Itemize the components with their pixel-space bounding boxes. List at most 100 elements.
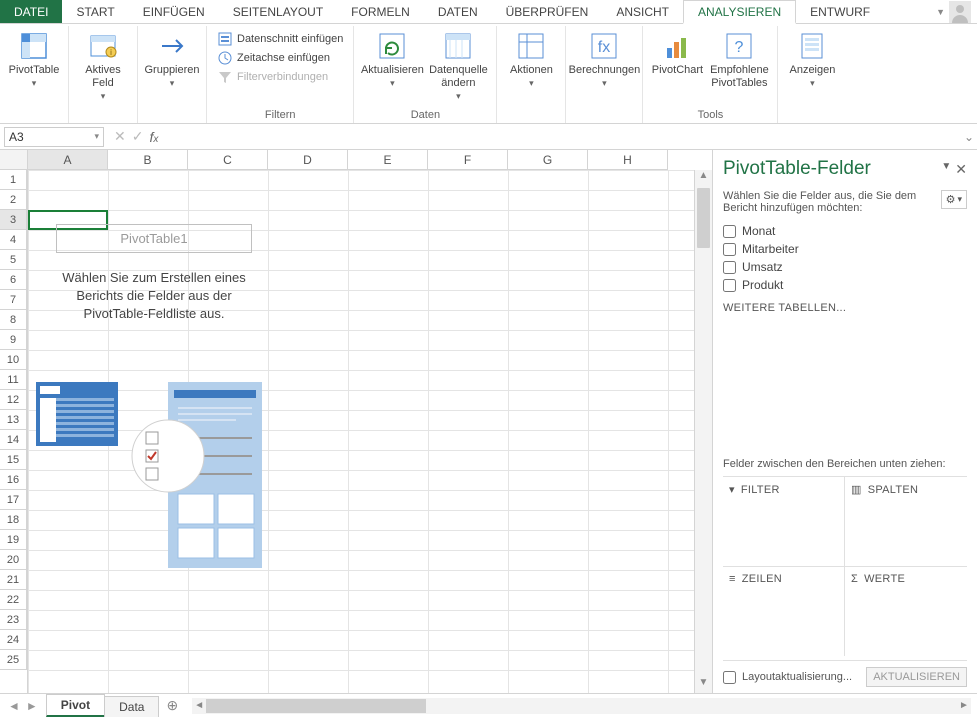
tab-file[interactable]: DATEI (0, 0, 62, 23)
actions-button[interactable]: Aktionen ▾ (503, 28, 559, 91)
row-5[interactable]: 5 (0, 250, 27, 270)
col-G[interactable]: G (508, 150, 588, 170)
group-label-filter: Filtern (265, 106, 296, 123)
field-umsatz-checkbox[interactable] (723, 261, 736, 274)
row-10[interactable]: 10 (0, 350, 27, 370)
pivottable-button[interactable]: PivotTable ▾ (6, 28, 62, 91)
tab-insert[interactable]: EINFÜGEN (129, 0, 219, 23)
tab-analyze[interactable]: ANALYSIEREN (683, 0, 796, 24)
sheet-tab-data[interactable]: Data (104, 696, 159, 717)
area-filter[interactable]: ▾FILTER (723, 477, 845, 567)
nav-next-icon[interactable]: ► (24, 699, 40, 713)
sheet-tab-pivot[interactable]: Pivot (46, 694, 105, 717)
col-E[interactable]: E (348, 150, 428, 170)
field-mitarbeiter-checkbox[interactable] (723, 243, 736, 256)
row-3[interactable]: 3 (0, 210, 27, 230)
show-button[interactable]: Anzeigen ▾ (784, 28, 840, 91)
sheet-nav[interactable]: ◄► (0, 699, 46, 713)
horizontal-scrollbar[interactable]: ◄ ► (192, 698, 971, 714)
filter-connections-icon (217, 69, 233, 85)
field-monat[interactable]: Monat (723, 224, 967, 238)
row-14[interactable]: 14 (0, 430, 27, 450)
tab-view[interactable]: ANSICHT (602, 0, 683, 23)
row-2[interactable]: 2 (0, 190, 27, 210)
row-6[interactable]: 6 (0, 270, 27, 290)
chevron-down-icon: ▼ (936, 7, 945, 17)
pivotchart-button[interactable]: PivotChart (649, 28, 705, 79)
col-H[interactable]: H (588, 150, 668, 170)
vertical-scrollbar[interactable]: ▲ ▼ (694, 170, 712, 693)
col-C[interactable]: C (188, 150, 268, 170)
nav-prev-icon[interactable]: ◄ (6, 699, 22, 713)
tab-data[interactable]: DATEN (424, 0, 492, 23)
field-monat-checkbox[interactable] (723, 225, 736, 238)
row-1[interactable]: 1 (0, 170, 27, 190)
panel-options-icon[interactable]: ▼ (941, 161, 951, 178)
row-9[interactable]: 9 (0, 330, 27, 350)
col-D[interactable]: D (268, 150, 348, 170)
row-15[interactable]: 15 (0, 450, 27, 470)
row-21[interactable]: 21 (0, 570, 27, 590)
tab-pagelayout[interactable]: SEITENLAYOUT (219, 0, 337, 23)
row-16[interactable]: 16 (0, 470, 27, 490)
scroll-up-icon[interactable]: ▲ (695, 170, 712, 186)
worksheet[interactable]: A B C D E F G H 123456789101112131415161… (0, 150, 712, 693)
area-values[interactable]: ΣWERTE (845, 567, 967, 657)
drag-hint: Felder zwischen den Bereichen unten zieh… (723, 458, 967, 470)
user-menu[interactable]: ▼ (930, 0, 977, 23)
hscroll-thumb[interactable] (206, 699, 426, 713)
recommended-pivottables-button[interactable]: ? Empfohlene PivotTables (707, 28, 771, 92)
formula-input[interactable] (164, 127, 961, 147)
row-11[interactable]: 11 (0, 370, 27, 390)
field-produkt[interactable]: Produkt (723, 278, 967, 292)
more-tables-link[interactable]: WEITERE TABELLEN... (723, 302, 967, 314)
row-25[interactable]: 25 (0, 650, 27, 670)
field-produkt-checkbox[interactable] (723, 279, 736, 292)
row-7[interactable]: 7 (0, 290, 27, 310)
row-22[interactable]: 22 (0, 590, 27, 610)
row-20[interactable]: 20 (0, 550, 27, 570)
active-field-icon: i (87, 30, 119, 62)
field-umsatz[interactable]: Umsatz (723, 260, 967, 274)
row-19[interactable]: 19 (0, 530, 27, 550)
fx-icon[interactable]: fx (149, 129, 158, 145)
defer-layout-checkbox[interactable] (723, 671, 736, 684)
active-field-button[interactable]: i Aktives Feld ▾ (75, 28, 131, 104)
row-23[interactable]: 23 (0, 610, 27, 630)
row-4[interactable]: 4 (0, 230, 27, 250)
group-button[interactable]: Gruppieren ▾ (144, 28, 200, 91)
select-all-corner[interactable] (0, 150, 28, 170)
scroll-thumb[interactable] (697, 188, 710, 248)
area-columns[interactable]: ▥SPALTEN (845, 477, 967, 567)
calculations-button[interactable]: fx Berechnungen ▾ (572, 28, 636, 91)
row-8[interactable]: 8 (0, 310, 27, 330)
field-mitarbeiter[interactable]: Mitarbeiter (723, 242, 967, 256)
expand-formula-bar[interactable]: ⌄ (961, 130, 977, 144)
row-24[interactable]: 24 (0, 630, 27, 650)
scroll-down-icon[interactable]: ▼ (695, 677, 712, 693)
scroll-left-icon[interactable]: ◄ (192, 700, 206, 711)
row-17[interactable]: 17 (0, 490, 27, 510)
row-12[interactable]: 12 (0, 390, 27, 410)
chevron-down-icon: ▾ (32, 78, 37, 89)
change-datasource-button[interactable]: Datenquelle ändern ▾ (426, 28, 490, 104)
tab-formulas[interactable]: FORMELN (337, 0, 424, 23)
name-box[interactable]: A3 ▾ (4, 127, 104, 147)
col-F[interactable]: F (428, 150, 508, 170)
tab-design[interactable]: ENTWURF (796, 0, 884, 23)
scroll-right-icon[interactable]: ► (957, 700, 971, 711)
col-A[interactable]: A (28, 150, 108, 170)
row-18[interactable]: 18 (0, 510, 27, 530)
tab-start[interactable]: START (62, 0, 128, 23)
refresh-icon (376, 30, 408, 62)
row-13[interactable]: 13 (0, 410, 27, 430)
col-B[interactable]: B (108, 150, 188, 170)
area-rows[interactable]: ≡ZEILEN (723, 567, 845, 657)
insert-timeline-button[interactable]: Zeitachse einfügen (215, 49, 332, 67)
panel-layout-button[interactable]: ⚙ ▾ (941, 190, 967, 209)
refresh-button[interactable]: Aktualisieren ▾ (360, 28, 424, 91)
close-icon[interactable]: ✕ (955, 161, 967, 178)
tab-review[interactable]: ÜBERPRÜFEN (492, 0, 603, 23)
add-sheet-button[interactable]: ⊕ (158, 694, 186, 717)
insert-slicer-button[interactable]: Datenschnitt einfügen (215, 30, 345, 48)
